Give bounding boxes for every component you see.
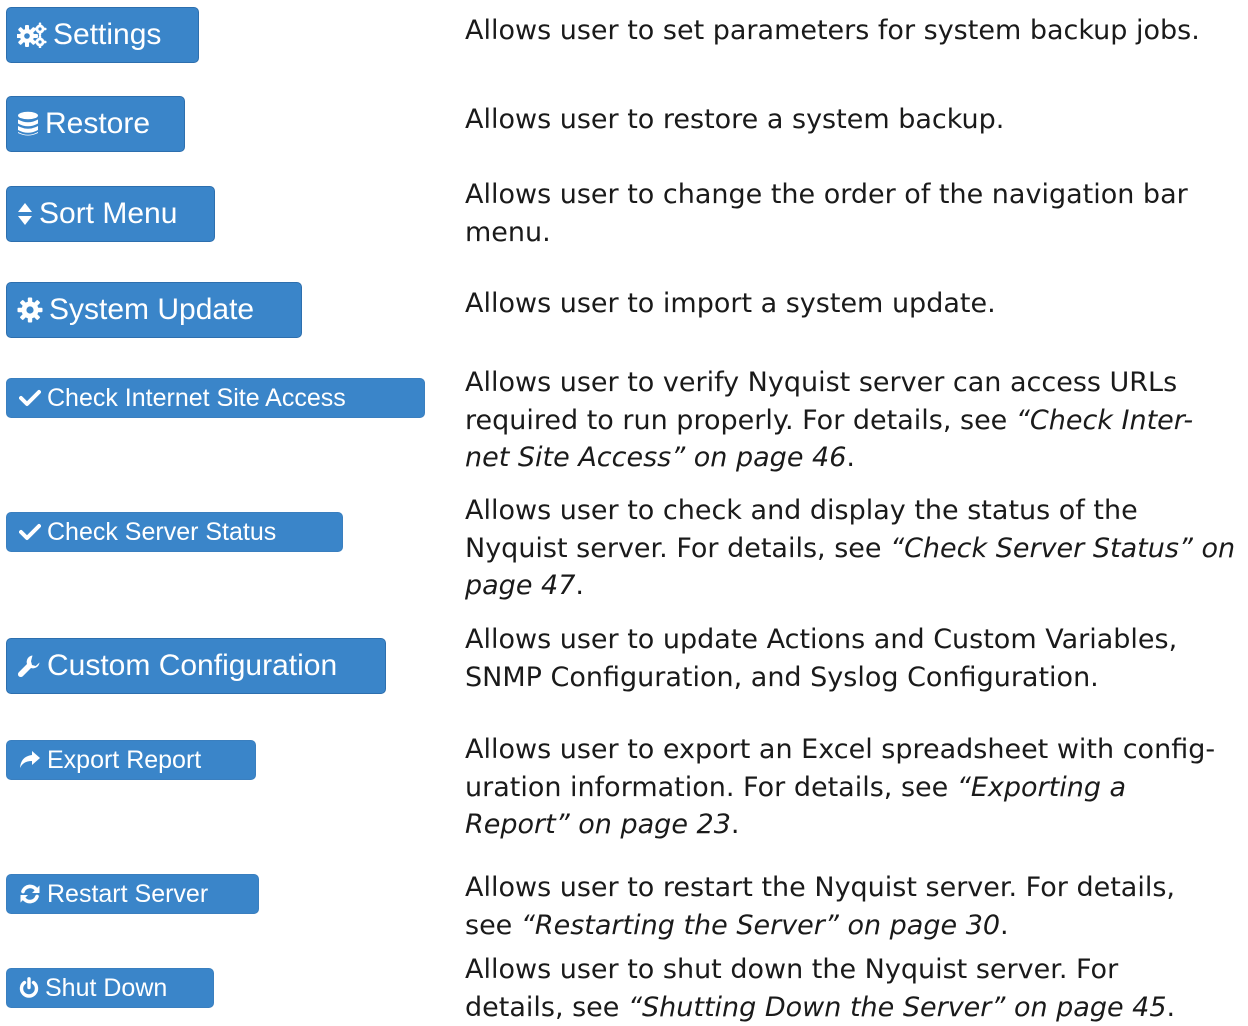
refresh-icon	[19, 883, 41, 905]
settings-label: Settings	[53, 18, 162, 51]
gear-icon	[17, 297, 43, 323]
system-update-button[interactable]: System Update	[6, 282, 302, 338]
check-internet-site-access-description: Allows user to verify Nyquist server can…	[465, 367, 1194, 473]
shut-down-label: Shut Down	[45, 973, 168, 1002]
shut-down-description: Allows user to shut down the Nyquist ser…	[465, 954, 1176, 1023]
cross-reference[interactable]: page 47	[465, 570, 575, 601]
export-report-button[interactable]: Export Report	[6, 740, 256, 780]
cross-reference[interactable]: “Shutting Down the Server” on page 45	[628, 992, 1167, 1023]
custom-configuration-button[interactable]: Custom Configuration	[6, 638, 386, 694]
sort-menu-description: Allows user to change the order of the n…	[465, 179, 1188, 248]
power-icon	[19, 977, 39, 999]
check-internet-site-access-label: Check Internet Site Access	[47, 383, 346, 412]
restore-label: Restore	[45, 107, 151, 140]
cross-reference[interactable]: “Check Server Status” on	[890, 533, 1235, 564]
checkmark-icon	[19, 523, 41, 541]
restart-server-button[interactable]: Restart Server	[6, 874, 259, 914]
cross-reference[interactable]: “Restarting the Server” on page 30	[521, 910, 1000, 941]
export-report-description: Allows user to export an Excel spreadshe…	[465, 734, 1216, 840]
wrench-icon	[17, 654, 41, 678]
settings-description: Allows user to set parameters for system…	[465, 15, 1200, 46]
restore-description: Allows user to restore a system backup.	[465, 104, 1005, 135]
restart-server-description: Allows user to restart the Nyquist serve…	[465, 872, 1175, 941]
settings-button[interactable]: Settings	[6, 7, 199, 63]
cross-reference[interactable]: “Exporting a	[957, 772, 1126, 803]
check-internet-site-access-button[interactable]: Check Internet Site Access	[6, 378, 425, 418]
custom-configuration-label: Custom Configuration	[47, 649, 338, 682]
check-server-status-label: Check Server Status	[47, 517, 277, 546]
cogs-icon	[17, 22, 47, 48]
check-server-status-button[interactable]: Check Server Status	[6, 512, 343, 552]
shut-down-button[interactable]: Shut Down	[6, 968, 214, 1008]
restart-server-label: Restart Server	[47, 879, 209, 908]
export-report-label: Export Report	[47, 745, 202, 774]
database-icon	[17, 111, 39, 137]
sort-icon	[17, 202, 33, 226]
custom-configuration-description: Allows user to update Actions and Custom…	[465, 624, 1178, 693]
sort-menu-label: Sort Menu	[39, 197, 178, 230]
share-arrow-icon	[19, 750, 41, 770]
cross-reference[interactable]: net Site Access” on page 46	[465, 442, 846, 473]
checkmark-icon	[19, 389, 41, 407]
check-server-status-description: Allows user to check and display the sta…	[465, 495, 1236, 601]
cross-reference[interactable]: “Check Inter-	[1016, 405, 1193, 436]
sort-menu-button[interactable]: Sort Menu	[6, 186, 215, 242]
system-update-label: System Update	[49, 293, 255, 326]
system-update-description: Allows user to import a system update.	[465, 288, 996, 319]
restore-button[interactable]: Restore	[6, 96, 185, 152]
cross-reference[interactable]: Report” on page 23	[465, 809, 731, 840]
